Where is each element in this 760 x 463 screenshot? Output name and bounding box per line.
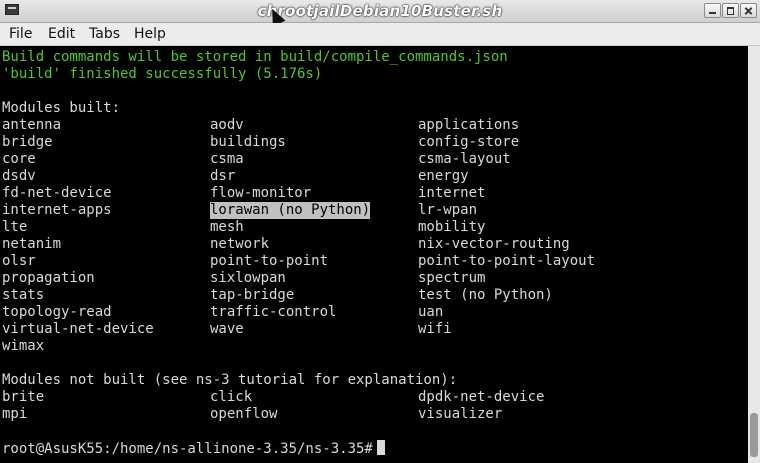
output-line: 'build' finished successfully (5.176s) xyxy=(2,66,323,82)
minimize-button[interactable] xyxy=(704,3,721,18)
module-name: test (no Python) xyxy=(418,287,553,303)
module-name: visualizer xyxy=(418,406,503,422)
module-name: virtual-net-device xyxy=(2,321,154,337)
vertical-scrollbar[interactable] xyxy=(748,46,760,463)
prompt-text: root@AsusK55:/home/ns-allinone-3.35/ns-3… xyxy=(2,441,373,457)
module-name: aodv xyxy=(210,117,244,133)
module-name: dsdv xyxy=(2,168,36,184)
module-name: internet-apps xyxy=(2,202,112,218)
module-name: wimax xyxy=(2,338,45,354)
menu-file[interactable]: File xyxy=(9,26,32,42)
module-name: buildings xyxy=(210,134,286,150)
module-name: dpdk-net-device xyxy=(418,389,545,405)
module-name: traffic-control xyxy=(210,304,337,320)
terminal-output[interactable]: Build commands will be stored in build/c… xyxy=(0,46,748,463)
scrollbar-thumb[interactable] xyxy=(750,413,758,457)
terminal-window: chrootjailDebian10Buster.sh File Edit Ta… xyxy=(0,0,760,463)
module-name: point-to-point xyxy=(210,253,329,269)
module-name: propagation xyxy=(2,270,95,286)
module-name: tap-bridge xyxy=(210,287,295,303)
modules-built-header: Modules built: xyxy=(2,100,121,116)
module-name: antenna xyxy=(2,117,62,133)
module-name: netanim xyxy=(2,236,62,252)
module-name: lr-wpan xyxy=(418,202,478,218)
module-name: spectrum xyxy=(418,270,486,286)
module-name: openflow xyxy=(210,406,278,422)
module-name: topology-read xyxy=(2,304,112,320)
modules-not-built-header: Modules not built (see ns-3 tutorial for… xyxy=(2,372,458,388)
module-name: network xyxy=(210,236,270,252)
module-name: olsr xyxy=(2,253,36,269)
maximize-button[interactable] xyxy=(722,3,739,18)
menu-help[interactable]: Help xyxy=(134,26,166,42)
text-cursor xyxy=(376,440,385,455)
module-name: lte xyxy=(2,219,28,235)
module-name: mobility xyxy=(418,219,486,235)
module-name: fd-net-device xyxy=(2,185,112,201)
module-name: wifi xyxy=(418,321,452,337)
module-name: energy xyxy=(418,168,469,184)
module-name: wave xyxy=(210,321,244,337)
close-button[interactable] xyxy=(740,3,757,18)
module-name: applications xyxy=(418,117,520,133)
module-name: bridge xyxy=(2,134,53,150)
module-name: click xyxy=(210,389,253,405)
module-name: dsr xyxy=(210,168,236,184)
module-name: uan xyxy=(418,304,444,320)
shell-prompt[interactable]: root@AsusK55:/home/ns-allinone-3.35/ns-3… xyxy=(2,440,385,457)
module-name: flow-monitor xyxy=(210,185,312,201)
module-name: point-to-point-layout xyxy=(418,253,596,269)
module-name: stats xyxy=(2,287,45,303)
module-name: mesh xyxy=(210,219,244,235)
menu-edit[interactable]: Edit xyxy=(48,26,75,42)
module-name: csma xyxy=(210,151,244,167)
module-name: brite xyxy=(2,389,45,405)
title-bar[interactable]: chrootjailDebian10Buster.sh xyxy=(0,0,760,27)
menu-tabs[interactable]: Tabs xyxy=(89,26,120,42)
module-name: config-store xyxy=(418,134,520,150)
module-name: nix-vector-routing xyxy=(418,236,570,252)
module-name: lorawan (no Python) xyxy=(210,202,371,219)
menu-bar: File Edit Tabs Help xyxy=(0,23,760,46)
module-name: csma-layout xyxy=(418,151,511,167)
module-name: mpi xyxy=(2,406,28,422)
module-name: sixlowpan xyxy=(210,270,286,286)
module-name: core xyxy=(2,151,36,167)
output-line: Build commands will be stored in build/c… xyxy=(2,49,508,65)
module-name: internet xyxy=(418,185,486,201)
window-title: chrootjailDebian10Buster.sh xyxy=(257,2,503,20)
